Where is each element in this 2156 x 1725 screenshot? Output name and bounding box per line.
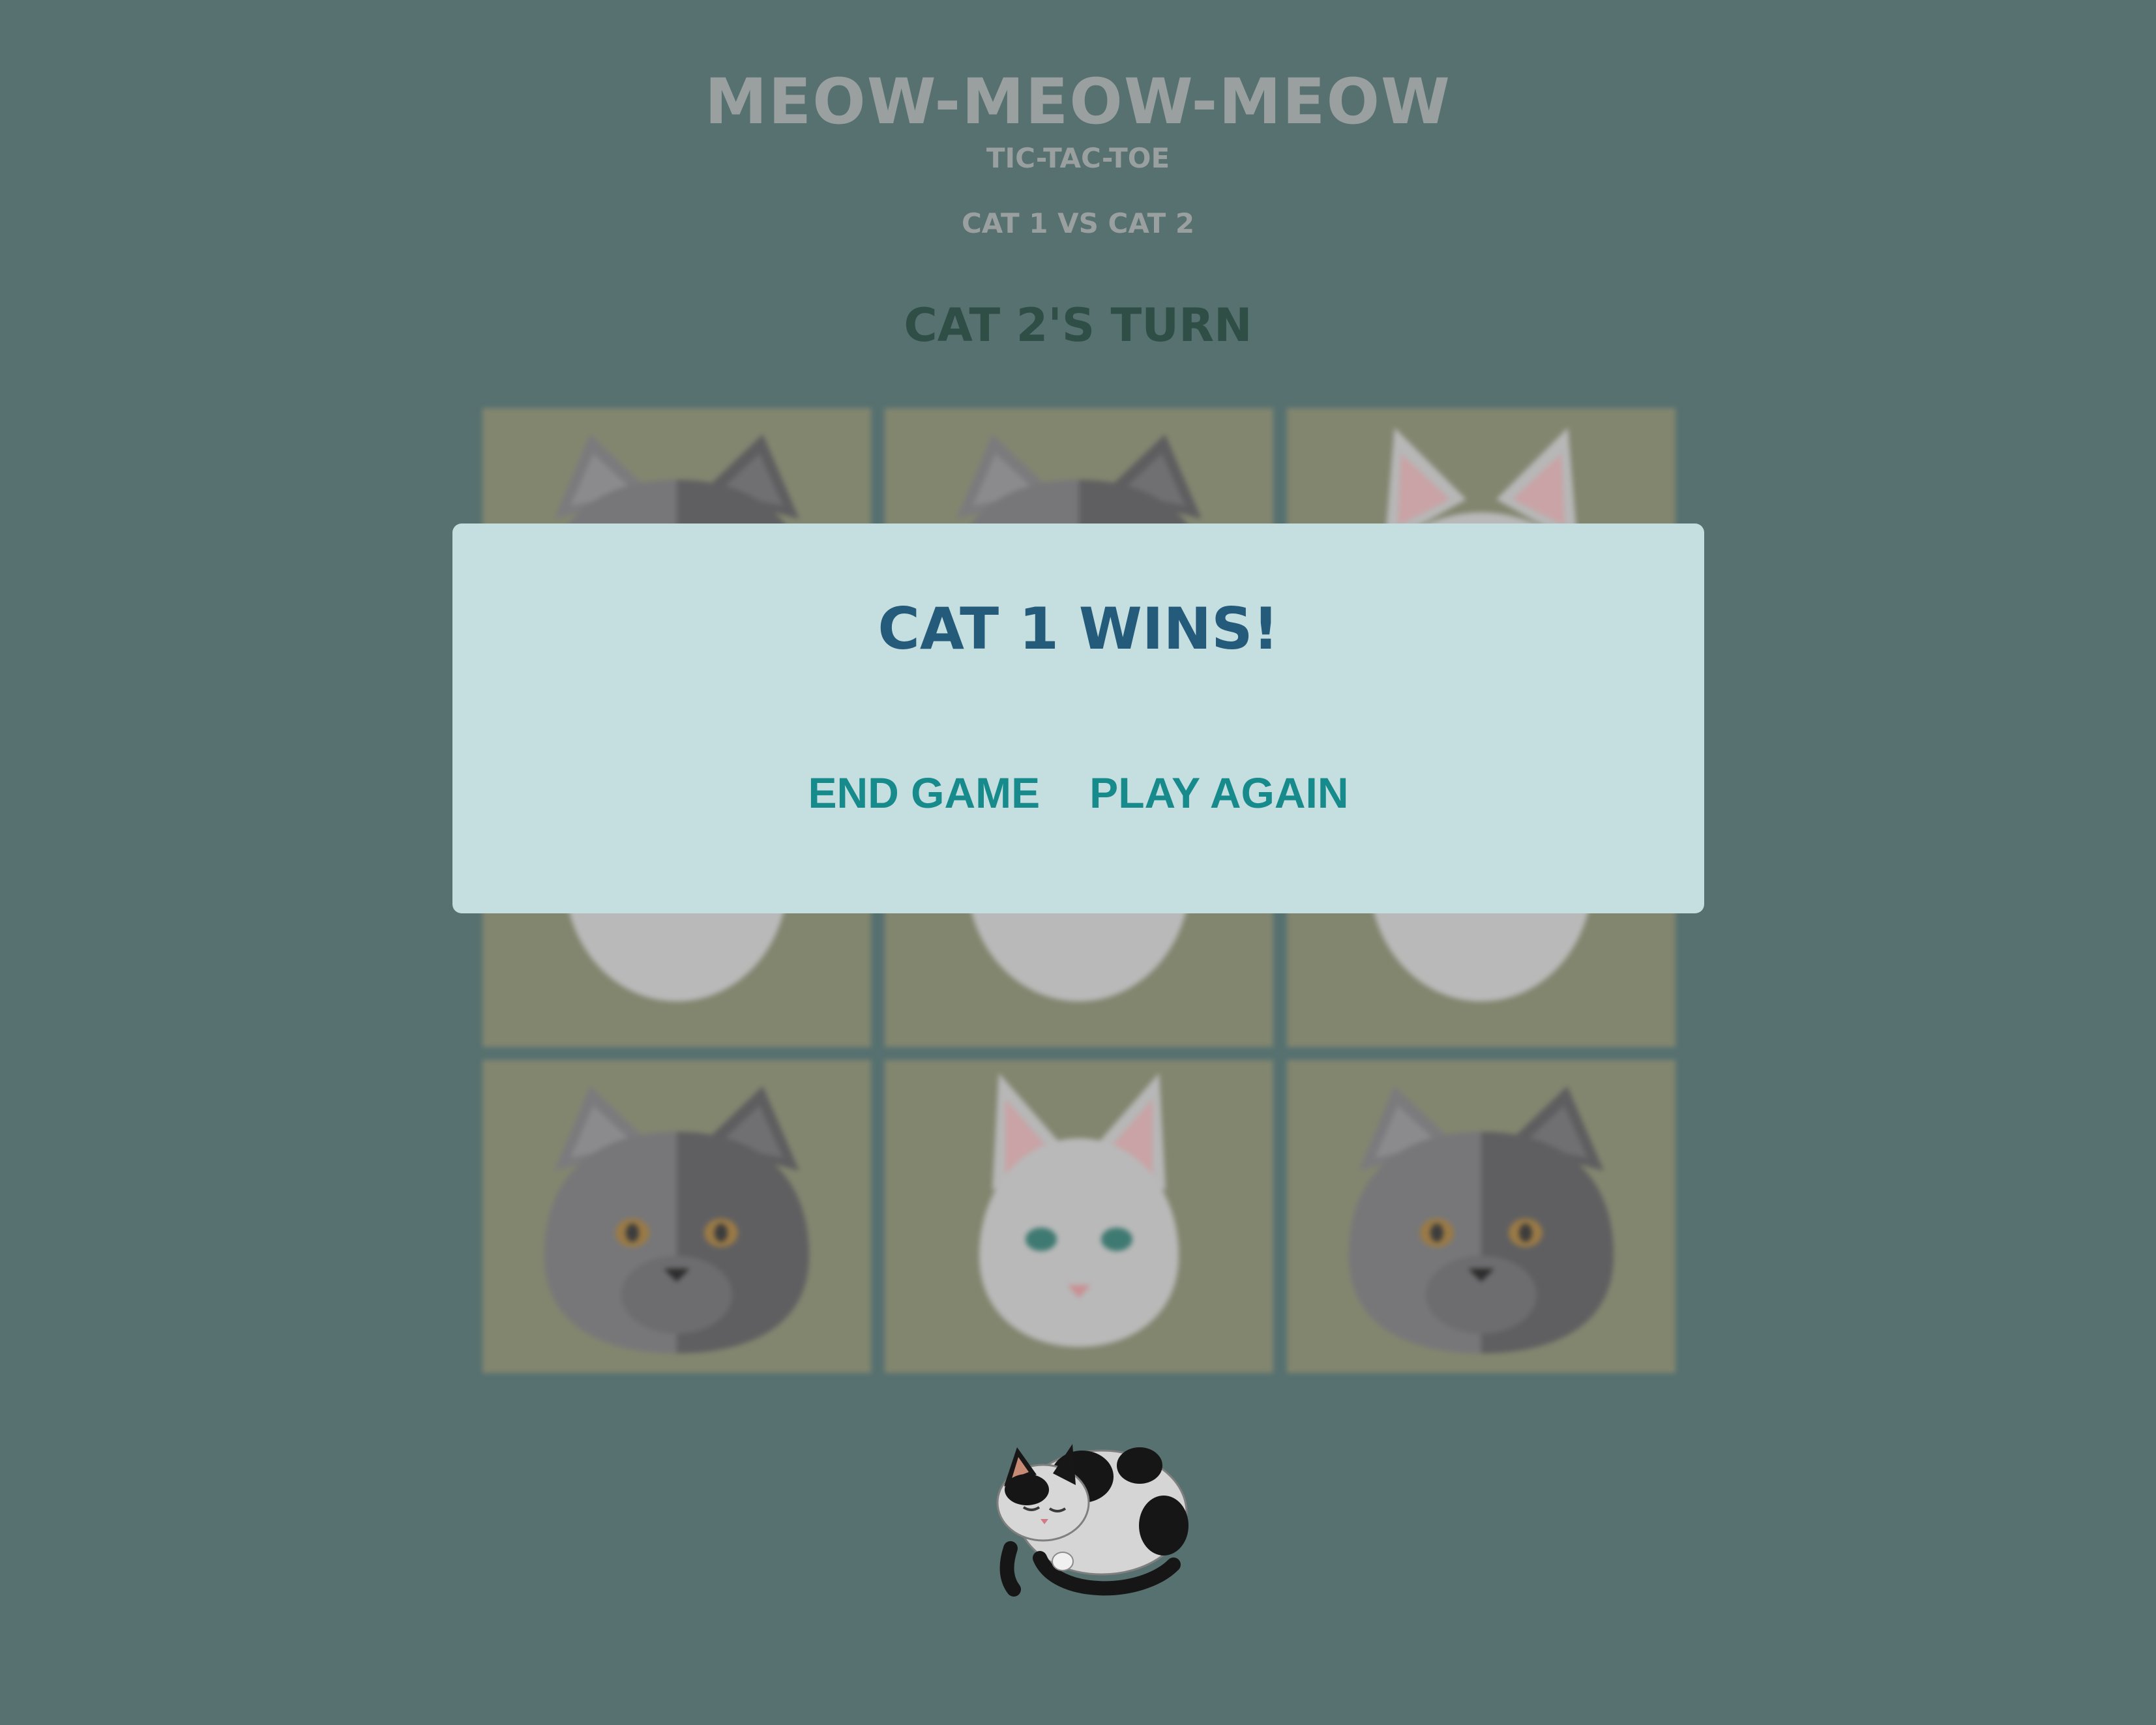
sleeping-cat-icon [996,1444,1189,1597]
grey-cat-face-icon [1349,1086,1614,1353]
game-title: MEOW-MEOW-MEOW [705,65,1451,138]
white-cat-face-icon [979,1073,1179,1347]
board-cell-7[interactable] [482,1060,871,1373]
modal-actions: END GAME PLAY AGAIN [452,768,1704,818]
game-subtitle: TIC-TAC-TOE [986,142,1170,174]
grey-cat-face-icon [544,1086,809,1353]
players-label: CAT 1 VS CAT 2 [961,207,1195,239]
play-again-button[interactable]: PLAY AGAIN [1089,768,1348,818]
winner-message: CAT 1 WINS! [878,595,1279,662]
board-cell-9[interactable] [1287,1060,1676,1373]
end-game-button[interactable]: END GAME [808,768,1040,818]
turn-status: CAT 2'S TURN [904,299,1252,352]
board-cell-8[interactable] [885,1060,1273,1373]
winner-modal: CAT 1 WINS! END GAME PLAY AGAIN [452,523,1704,913]
